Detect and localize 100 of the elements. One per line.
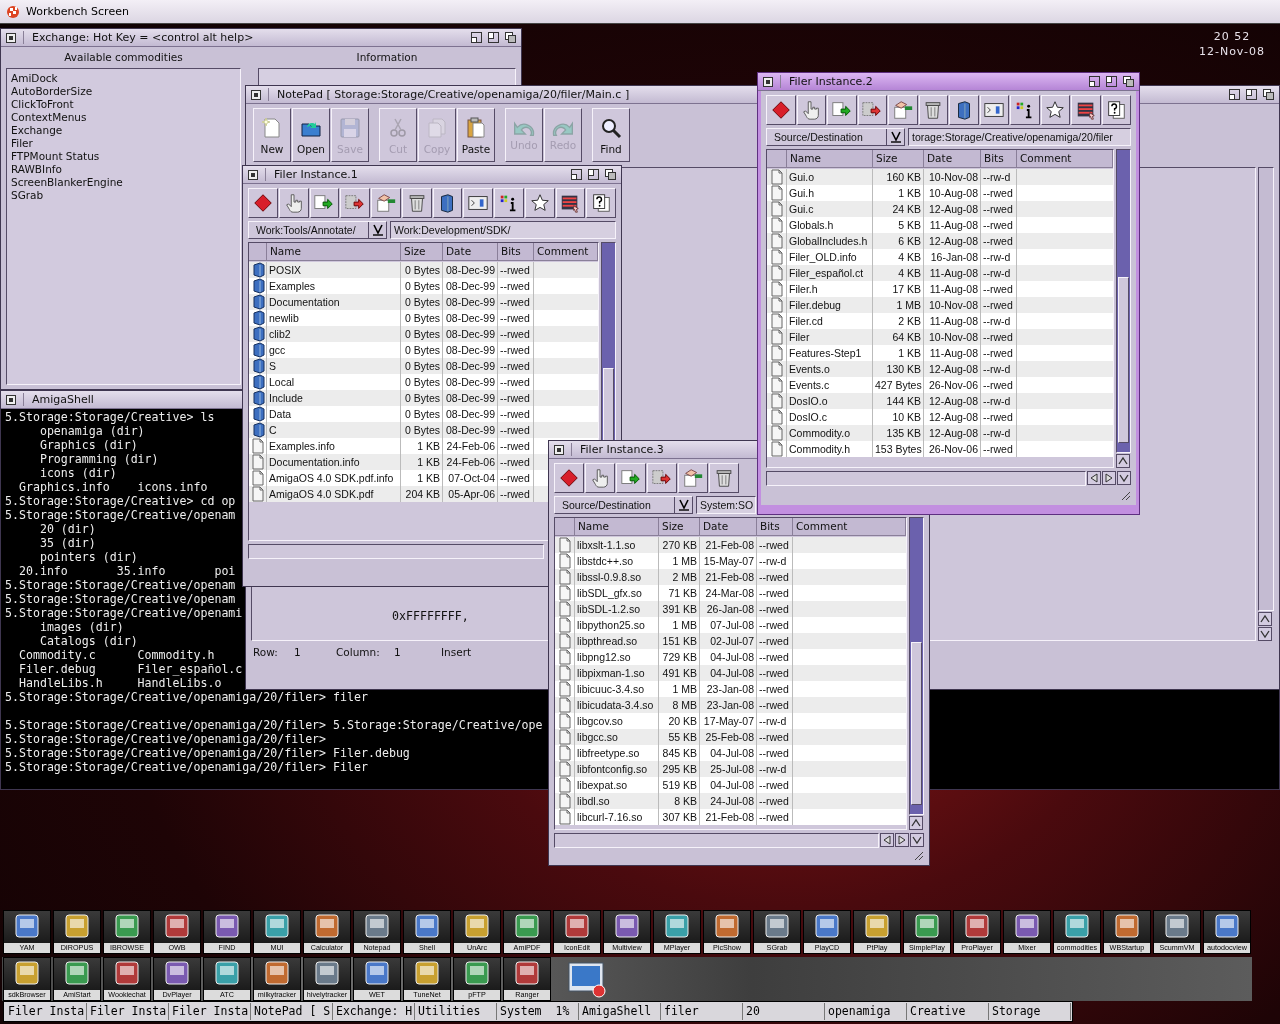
close-button[interactable] (762, 75, 774, 88)
scroll-up-button[interactable] (909, 816, 923, 830)
toolbar-button[interactable] (766, 95, 796, 125)
list-item[interactable]: FTPMount Status (11, 150, 236, 163)
close-button[interactable] (553, 443, 565, 456)
toolbar-button[interactable] (278, 188, 309, 218)
toolbar-button[interactable] (1101, 95, 1131, 125)
resize-handle[interactable] (1121, 491, 1131, 501)
toolbar-button[interactable] (888, 95, 918, 125)
taskbar-button[interactable]: System 1% (497, 1003, 579, 1020)
scroll-right-button[interactable] (1102, 471, 1116, 485)
scroll-down-button[interactable] (1258, 627, 1272, 641)
scrollbar[interactable] (1116, 149, 1131, 453)
column-header[interactable]: Date (443, 243, 498, 260)
toolbar-button[interactable] (248, 188, 278, 218)
file-list[interactable] (554, 517, 907, 830)
toolbar-button[interactable] (647, 463, 677, 493)
scroll-knob[interactable] (1118, 276, 1129, 443)
column-header[interactable]: Name (787, 150, 873, 167)
toolbar-button[interactable] (949, 95, 979, 125)
scroll-left-button[interactable] (880, 833, 894, 847)
list-item[interactable]: Exchange (11, 124, 236, 137)
column-header[interactable]: Comment (793, 518, 906, 535)
scroll-up-button[interactable] (1116, 454, 1130, 468)
scroll-knob[interactable] (911, 642, 922, 806)
picture-icon[interactable] (567, 959, 607, 999)
column-header[interactable]: Bits (757, 518, 793, 535)
scrollbar[interactable] (1258, 167, 1274, 611)
toolbar-button[interactable] (827, 95, 857, 125)
title-bar[interactable]: Filer Instance.1 (243, 166, 621, 184)
column-header[interactable]: Date (700, 518, 757, 535)
depth-button[interactable] (1122, 75, 1135, 88)
title-bar[interactable]: Exchange: Hot Key = <control alt help> (1, 29, 521, 47)
toolbar-button[interactable] (309, 188, 340, 218)
column-header[interactable]: Bits (498, 243, 534, 260)
zoom-button[interactable] (1245, 88, 1258, 101)
taskbar-button[interactable]: AmigaShell (579, 1003, 661, 1020)
column-header[interactable]: Name (267, 243, 401, 260)
toolbar-button[interactable] (1071, 95, 1101, 125)
toolbar-button[interactable] (585, 463, 615, 493)
taskbar-button[interactable]: Utilities (415, 1003, 497, 1020)
toolbar-button[interactable] (796, 95, 826, 125)
path-dropdown[interactable]: Source/Destination (554, 496, 693, 514)
close-button[interactable] (5, 31, 17, 44)
new-button[interactable]: New (253, 108, 291, 162)
scrollbar[interactable] (909, 517, 924, 815)
toolbar-button[interactable] (554, 463, 584, 493)
list-item[interactable]: RAWBInfo (11, 163, 236, 176)
toolbar-button[interactable] (678, 463, 708, 493)
column-header[interactable]: Date (924, 150, 981, 167)
column-header[interactable]: Size (401, 243, 443, 260)
toolbar-button[interactable] (1040, 95, 1070, 125)
scroll-down-button[interactable] (910, 833, 924, 847)
path-field[interactable]: torage:Storage/Creative/openamiga/20/filer (908, 128, 1131, 146)
horizontal-scrollbar[interactable] (766, 471, 1086, 486)
iconify-button[interactable] (470, 31, 483, 44)
taskbar-button[interactable]: Creative (907, 1003, 989, 1020)
path-dropdown[interactable]: Source/Destination (766, 128, 905, 146)
title-bar[interactable]: Filer Instance.3 (549, 441, 757, 459)
list-item[interactable]: ContextMenus (11, 111, 236, 124)
taskbar-button[interactable]: Storage (989, 1003, 1071, 1020)
toolbar-button[interactable] (979, 95, 1009, 125)
horizontal-scrollbar[interactable] (554, 833, 879, 848)
depth-button[interactable] (604, 168, 617, 181)
toolbar-button[interactable] (463, 188, 493, 218)
file-list[interactable] (766, 149, 1114, 468)
close-button[interactable] (247, 168, 259, 181)
path-dropdown[interactable]: Work:Tools/Annotate/ (248, 221, 387, 239)
taskbar-button[interactable]: NotePad [ S (251, 1003, 333, 1020)
close-button[interactable] (5, 393, 17, 406)
scroll-right-button[interactable] (895, 833, 909, 847)
column-header[interactable]: Size (659, 518, 700, 535)
paste-button[interactable]: Paste (457, 108, 495, 162)
toolbar-button[interactable] (494, 188, 524, 218)
scroll-left-button[interactable] (1087, 471, 1101, 485)
taskbar-button[interactable]: 20 (743, 1003, 825, 1020)
taskbar-button[interactable]: openamiga (825, 1003, 907, 1020)
iconify-button[interactable] (1228, 88, 1241, 101)
toolbar-button[interactable] (918, 95, 948, 125)
list-item[interactable]: AmiDock (11, 72, 236, 85)
column-header[interactable]: Bits (981, 150, 1017, 167)
toolbar-button[interactable] (709, 463, 739, 493)
resize-handle[interactable] (914, 851, 924, 861)
column-header[interactable]: Comment (1017, 150, 1113, 167)
toolbar-button[interactable] (401, 188, 432, 218)
column-header[interactable]: Size (873, 150, 924, 167)
toolbar-button[interactable] (371, 188, 401, 218)
list-item[interactable]: ClickToFront (11, 98, 236, 111)
zoom-button[interactable] (487, 31, 500, 44)
toolbar-button[interactable] (432, 188, 463, 218)
depth-button[interactable] (504, 31, 517, 44)
path-field[interactable]: System:SO (696, 496, 756, 514)
horizontal-scrollbar[interactable] (248, 544, 544, 559)
column-header[interactable]: Name (575, 518, 659, 535)
toolbar-button[interactable] (555, 188, 586, 218)
scroll-down-button[interactable] (1117, 471, 1131, 485)
list-item[interactable]: AutoBorderSize (11, 85, 236, 98)
toolbar-button[interactable] (857, 95, 887, 125)
close-button[interactable] (250, 88, 262, 101)
depth-button[interactable] (1262, 88, 1275, 101)
